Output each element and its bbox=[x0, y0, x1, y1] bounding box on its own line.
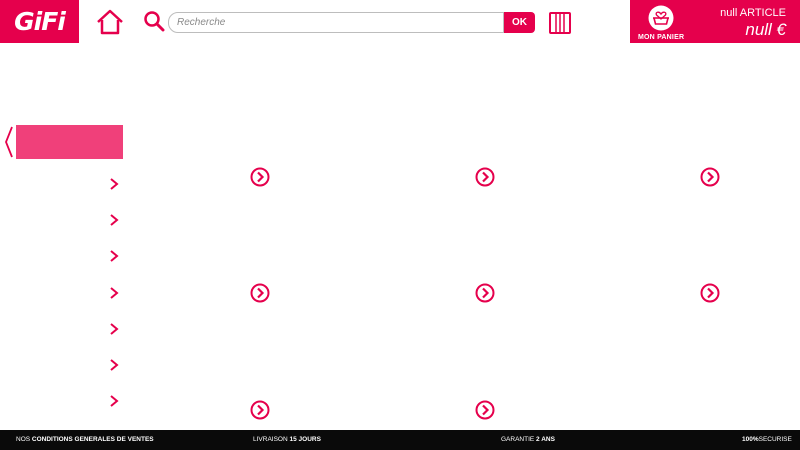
category-arrow-icon[interactable] bbox=[250, 283, 270, 303]
footer-warranty-text: 2 ANS bbox=[536, 436, 555, 443]
cart-button[interactable]: MON PANIER null ARTICLE null € bbox=[630, 0, 800, 43]
footer-secure-percent: 100% bbox=[742, 436, 759, 443]
catalog-icon[interactable] bbox=[548, 11, 572, 35]
footer-cgv-prefix: NOS bbox=[16, 436, 31, 443]
cart-article-count: null ARTICLE bbox=[720, 7, 786, 19]
nav-item-chevron-icon[interactable] bbox=[107, 286, 121, 300]
search-input[interactable] bbox=[168, 12, 504, 33]
nav-item-chevron-icon[interactable] bbox=[107, 249, 121, 263]
gifi-logo[interactable]: GiFi bbox=[0, 0, 79, 43]
footer-warranty: GARANTIE 2 ANS bbox=[501, 436, 555, 443]
header: GiFi OK MON PANIER null ARTICLE null € bbox=[0, 0, 800, 43]
nav-item-chevron-icon[interactable] bbox=[107, 213, 121, 227]
category-arrow-icon[interactable] bbox=[700, 283, 720, 303]
category-arrow-icon[interactable] bbox=[475, 167, 495, 187]
category-arrow-icon[interactable] bbox=[700, 167, 720, 187]
footer: NOS CONDITIONS GENERALES DE VENTES LIVRA… bbox=[0, 430, 800, 450]
footer-delivery: LIVRAISON 15 JOURS bbox=[253, 436, 321, 443]
search-icon[interactable] bbox=[143, 10, 165, 32]
home-icon[interactable] bbox=[96, 9, 124, 35]
footer-cgv-link[interactable]: NOS CONDITIONS GENERALES DE VENTES bbox=[16, 436, 154, 443]
footer-delivery-text: 15 JOURS bbox=[289, 436, 321, 443]
nav-item-chevron-icon[interactable] bbox=[107, 177, 121, 191]
nav-back-icon[interactable] bbox=[4, 126, 14, 158]
category-arrow-icon[interactable] bbox=[250, 167, 270, 187]
category-arrow-icon[interactable] bbox=[250, 400, 270, 420]
footer-secure-text: SECURISE bbox=[758, 436, 792, 443]
nav-item-chevron-icon[interactable] bbox=[107, 322, 121, 336]
category-arrow-icon[interactable] bbox=[475, 400, 495, 420]
footer-cgv-text: CONDITIONS GENERALES DE VENTES bbox=[31, 436, 154, 443]
basket-icon bbox=[648, 5, 674, 31]
nav-item-chevron-icon[interactable] bbox=[107, 358, 121, 372]
cart-label: MON PANIER bbox=[638, 34, 685, 41]
category-arrow-icon[interactable] bbox=[475, 283, 495, 303]
nav-item-chevron-icon[interactable] bbox=[107, 394, 121, 408]
search-ok-button[interactable]: OK bbox=[504, 12, 535, 33]
cart-total: null € bbox=[745, 20, 786, 39]
footer-warranty-prefix: GARANTIE bbox=[501, 436, 535, 443]
footer-secure: 100%SECURISE bbox=[742, 436, 792, 443]
footer-delivery-prefix: LIVRAISON bbox=[253, 436, 288, 443]
nav-active-category[interactable] bbox=[16, 125, 123, 159]
